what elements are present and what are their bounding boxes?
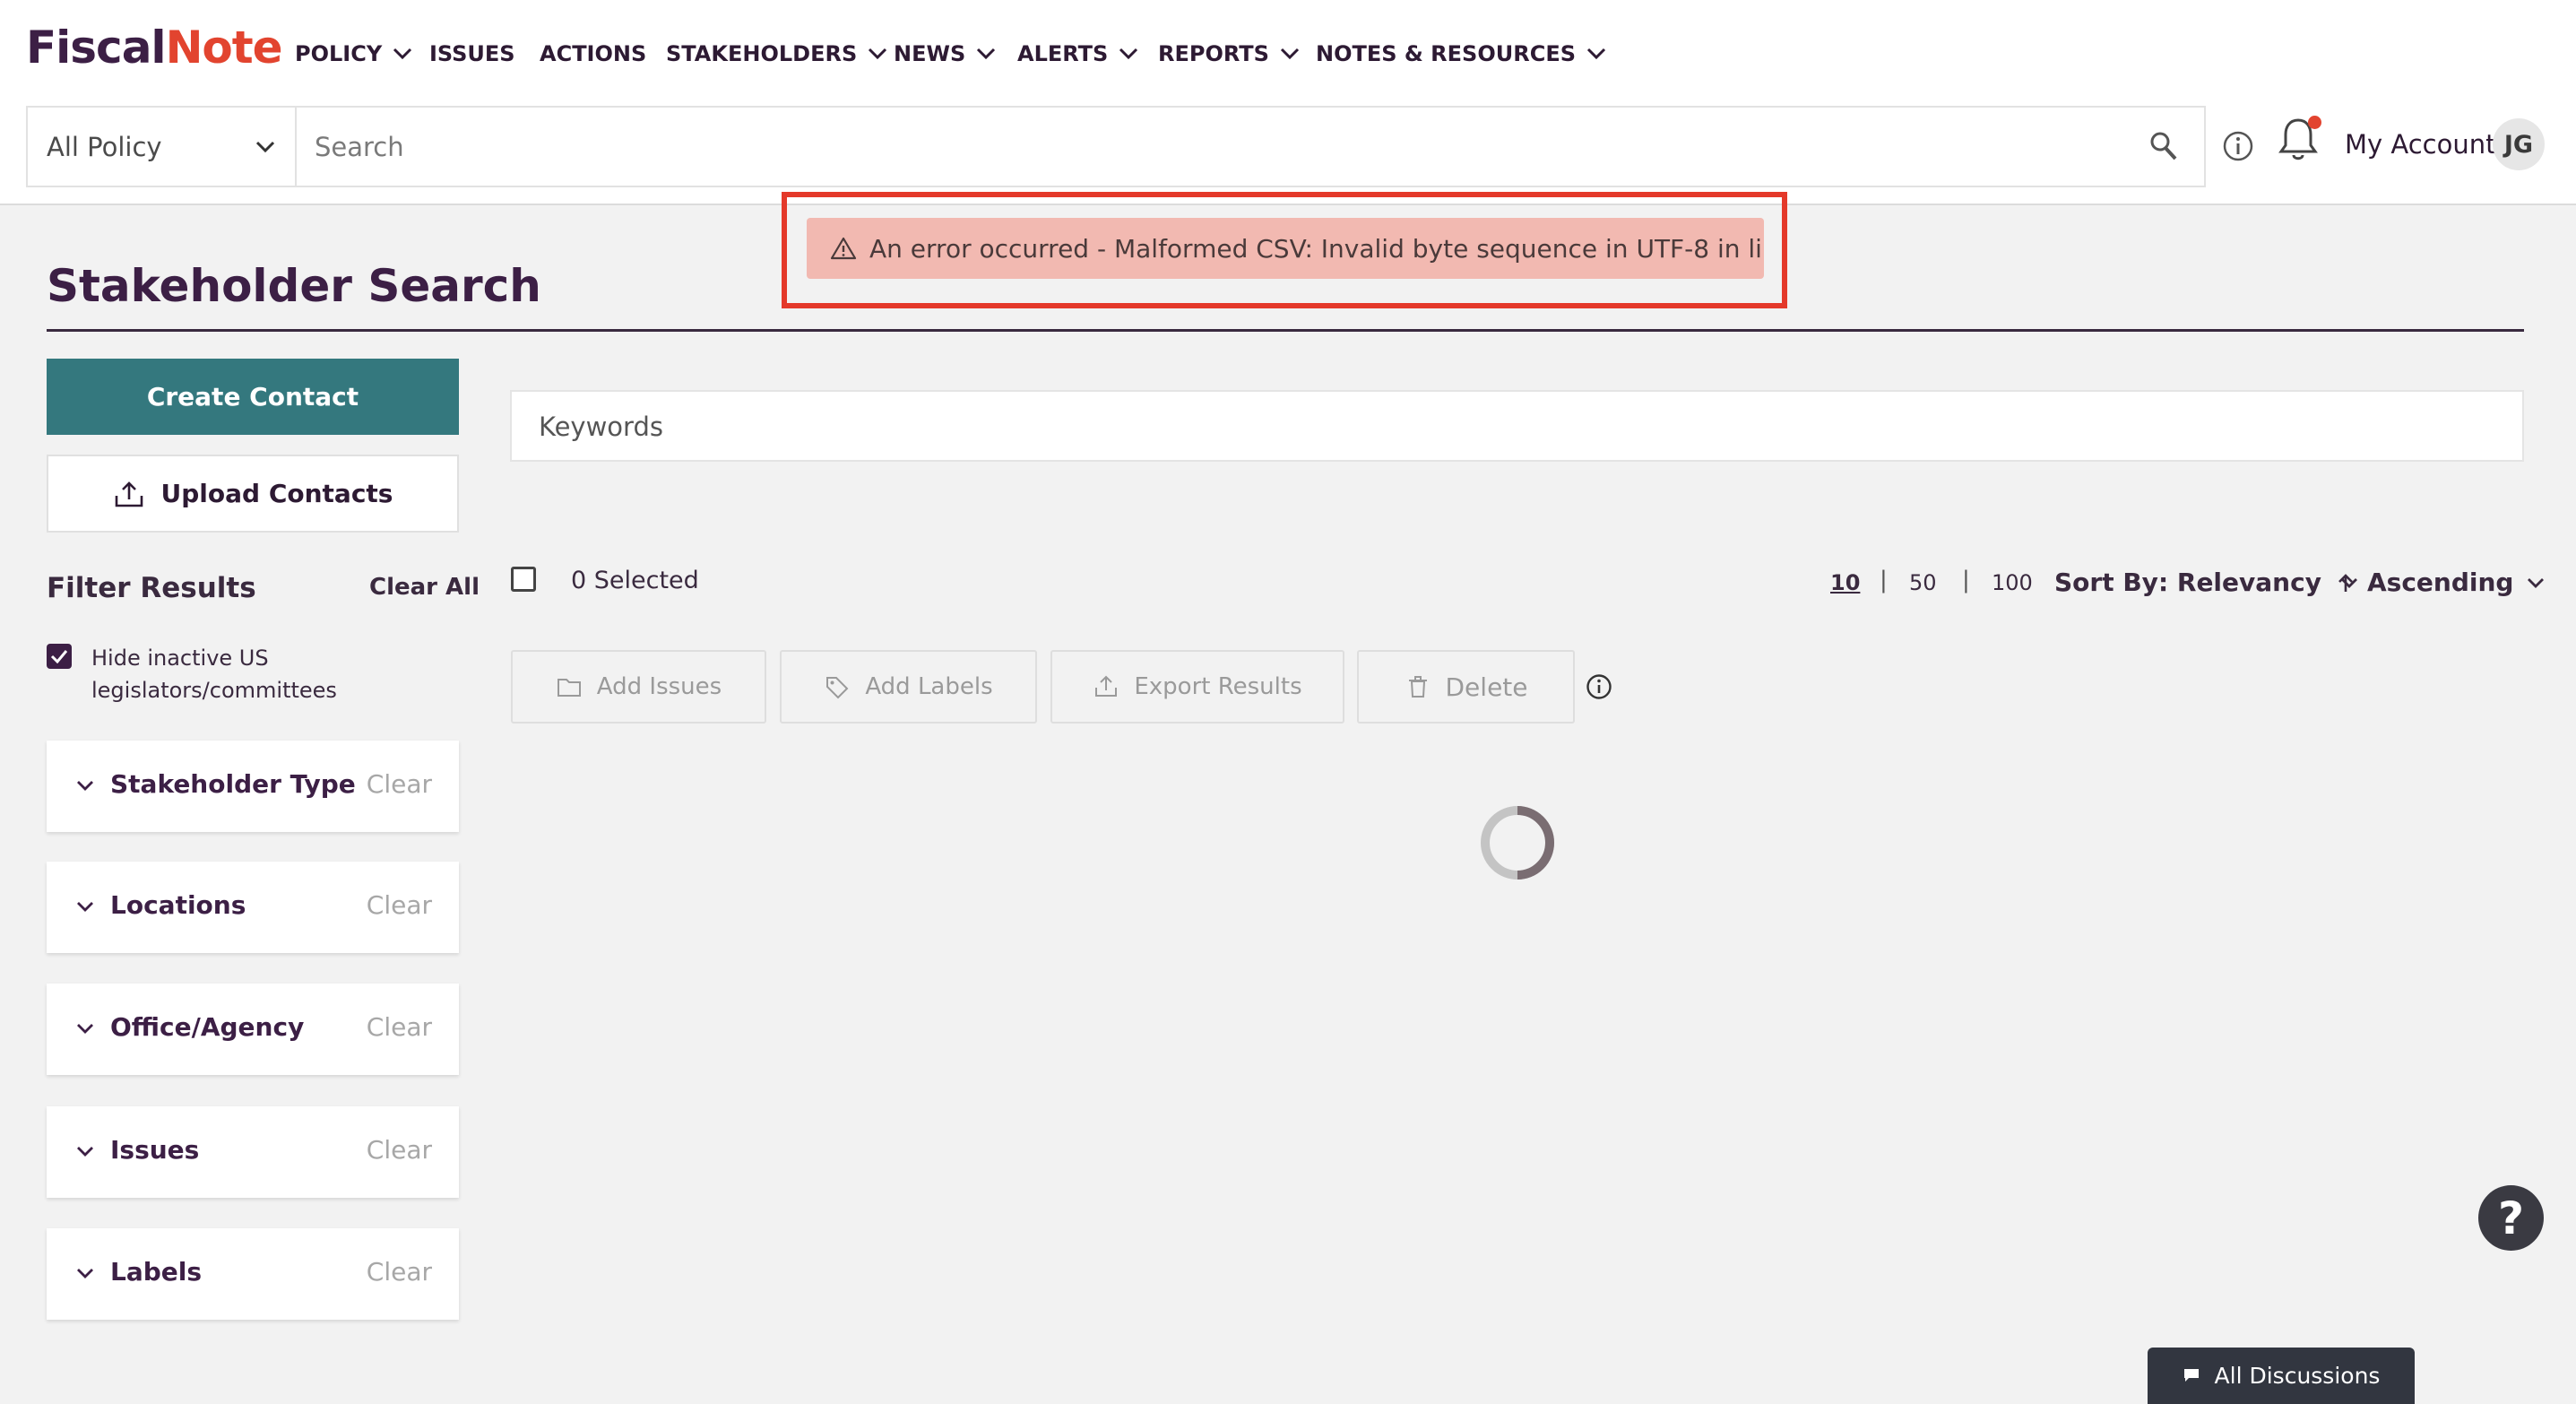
sort-by-dropdown[interactable]: Sort By: Relevancy [2054, 568, 2359, 597]
help-button[interactable]: ? [2478, 1185, 2544, 1251]
filter-label: Locations [110, 890, 246, 920]
export-results-label: Export Results [1134, 673, 1302, 700]
my-account-link[interactable]: My Account [2345, 129, 2496, 160]
arrow-up-icon [2338, 573, 2353, 592]
nav-stakeholders[interactable]: STAKEHOLDERS [666, 38, 887, 70]
checkmark-icon [50, 650, 68, 663]
filter-results-heading: Filter Results [47, 572, 256, 604]
chevron-down-icon [1280, 48, 1299, 60]
chevron-down-icon [77, 1147, 93, 1157]
filter-clear-button[interactable]: Clear [367, 1257, 432, 1287]
delete-label: Delete [1445, 672, 1528, 702]
global-search-box [295, 106, 2206, 187]
add-labels-label: Add Labels [865, 673, 993, 700]
chat-icon [2183, 1368, 2199, 1382]
nav-notes-resources[interactable]: NOTES & RESOURCES [1316, 38, 1606, 70]
filter-issues[interactable]: Issues Clear [47, 1106, 459, 1198]
folder-icon [557, 679, 581, 697]
nav-actions[interactable]: ACTIONS [540, 38, 646, 70]
hide-inactive-checkbox[interactable] [47, 644, 72, 669]
error-message: An error occurred - Malformed CSV: Inval… [869, 233, 1764, 264]
add-labels-button[interactable]: Add Labels [780, 650, 1037, 724]
add-issues-label: Add Issues [596, 673, 722, 700]
chevron-down-icon [77, 902, 93, 912]
filter-clear-button[interactable]: Clear [367, 890, 432, 920]
trash-icon [1408, 676, 1427, 698]
chevron-down-icon [77, 1269, 93, 1278]
page-size-separator: | [1962, 567, 1970, 594]
nav-policy[interactable]: POLICY [295, 38, 412, 70]
notification-badge [2308, 116, 2321, 129]
filter-label: Issues [110, 1135, 200, 1165]
top-header: FiscalNote POLICY ISSUES ACTIONS STAKEHO… [0, 0, 2576, 205]
keywords-input[interactable] [539, 404, 2466, 449]
chevron-down-icon [255, 141, 275, 152]
tag-icon [826, 677, 849, 699]
loading-spinner [1481, 806, 1555, 880]
nav-reports[interactable]: REPORTS [1158, 38, 1300, 70]
chevron-down-icon [1586, 48, 1606, 60]
page-title: Stakeholder Search [47, 260, 541, 312]
page-size-100[interactable]: 100 [1992, 570, 2033, 595]
clear-all-button[interactable]: Clear All [369, 574, 480, 601]
upload-contacts-label: Upload Contacts [160, 479, 393, 508]
scope-value: All Policy [47, 131, 162, 162]
upload-contacts-button[interactable]: Upload Contacts [47, 455, 459, 533]
all-discussions-button[interactable]: All Discussions [2148, 1348, 2415, 1404]
keywords-box [510, 390, 2524, 462]
policy-scope-select[interactable]: All Policy [26, 106, 295, 187]
info-icon[interactable] [1586, 673, 1612, 700]
page-size-50[interactable]: 50 [1909, 570, 1937, 595]
filter-locations[interactable]: Locations Clear [47, 862, 459, 953]
chevron-down-icon [977, 48, 996, 60]
create-contact-button[interactable]: Create Contact [47, 359, 459, 435]
sort-direction-label: Ascending [2367, 568, 2514, 597]
fiscalnote-logo[interactable]: FiscalNote [26, 22, 283, 74]
chevron-down-icon [2528, 577, 2545, 588]
export-icon [1095, 675, 1118, 697]
hide-inactive-label[interactable]: Hide inactive US legislators/committees [91, 642, 387, 706]
sort-direction-dropdown[interactable]: Ascending [2337, 568, 2546, 597]
filter-stakeholder-type[interactable]: Stakeholder Type Clear [47, 741, 459, 832]
warning-triangle-icon [830, 237, 857, 260]
nav-alerts[interactable]: ALERTS [1017, 38, 1138, 70]
chevron-down-icon [393, 48, 412, 60]
filter-clear-button[interactable]: Clear [367, 1012, 432, 1042]
filter-labels[interactable]: Labels Clear [47, 1228, 459, 1320]
filter-office-agency[interactable]: Office/Agency Clear [47, 984, 459, 1075]
title-divider [47, 329, 2524, 332]
nav-issues[interactable]: ISSUES [429, 38, 515, 70]
filter-label: Stakeholder Type [110, 769, 356, 799]
page-size-10[interactable]: 10 [1830, 570, 1860, 595]
filter-label: Labels [110, 1257, 203, 1287]
chevron-down-icon [77, 1024, 93, 1034]
filter-clear-button[interactable]: Clear [367, 769, 432, 799]
delete-button[interactable]: Delete [1357, 650, 1575, 724]
selected-count: 0 Selected [571, 567, 699, 594]
export-results-button[interactable]: Export Results [1050, 650, 1344, 724]
add-issues-button[interactable]: Add Issues [511, 650, 766, 724]
avatar[interactable]: JG [2493, 118, 2545, 170]
filter-clear-button[interactable]: Clear [367, 1135, 432, 1165]
chevron-down-icon [869, 48, 887, 60]
sort-by-label: Sort By: Relevancy [2054, 568, 2321, 597]
global-search-input[interactable] [315, 124, 2018, 170]
nav-news[interactable]: NEWS [894, 38, 996, 70]
error-toast: An error occurred - Malformed CSV: Inval… [807, 218, 1764, 279]
info-icon[interactable] [2222, 130, 2254, 162]
upload-icon [115, 481, 143, 507]
all-discussions-label: All Discussions [2214, 1363, 2381, 1389]
chevron-down-icon [77, 781, 93, 791]
chevron-down-icon [1119, 48, 1138, 60]
page-size-separator: | [1880, 567, 1888, 594]
select-all-checkbox[interactable] [511, 567, 536, 592]
filter-label: Office/Agency [110, 1012, 305, 1042]
search-icon[interactable] [2149, 131, 2178, 161]
